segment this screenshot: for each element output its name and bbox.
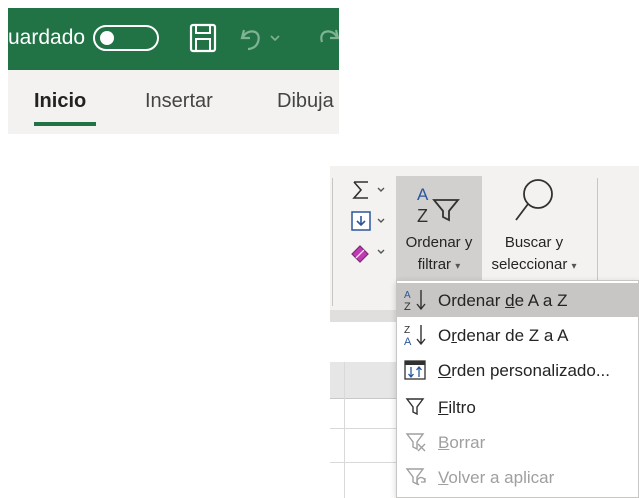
clear-icon [351, 245, 385, 263]
autosave-toggle[interactable] [93, 25, 159, 51]
clear-filter-icon [405, 433, 426, 452]
menu-item-custom-sort[interactable]: Orden personalizado... [397, 353, 638, 387]
menu-item-label: Ordenar de A a Z [438, 291, 568, 310]
search-icon [515, 179, 553, 221]
fill-button[interactable] [348, 209, 396, 233]
menu-item-label: Borrar [438, 433, 486, 452]
sort-a-z-icon: A Z [404, 290, 426, 312]
tab-inicio[interactable]: Inicio [34, 90, 86, 113]
menu-item-label: Volver a aplicar [438, 468, 555, 487]
clear-button[interactable] [348, 240, 396, 264]
find-select-label-1: Buscar y [504, 234, 564, 251]
svg-text:Z: Z [417, 206, 428, 226]
svg-text:A: A [417, 185, 429, 204]
find-select-label-2: seleccionar ▾ [491, 256, 577, 273]
menu-item-sort-a-z[interactable]: A Z Ordenar de A a Z [397, 283, 638, 317]
chevron-down-icon: ▾ [571, 261, 577, 272]
redo-icon[interactable] [308, 22, 339, 59]
menu-item-label: Ordenar de Z a A [438, 326, 569, 345]
autosum-button[interactable] [348, 178, 396, 202]
menu-item-reapply[interactable]: Volver a aplicar [397, 460, 638, 494]
menu-item-filter[interactable]: Filtro [397, 390, 638, 424]
tab-dibujar[interactable]: Dibuja [277, 90, 334, 113]
sort-filter-icon: A Z [417, 185, 460, 226]
sort-filter-menu: A Z Ordenar de A a Z Z A Ordenar de Z a … [396, 280, 639, 498]
reapply-filter-icon [405, 468, 426, 486]
sort-filter-label-2: filtrar ▾ [417, 256, 461, 273]
tab-insertar[interactable]: Insertar [145, 90, 213, 113]
svg-text:Z: Z [404, 301, 411, 312]
menu-item-label: Orden personalizado... [438, 361, 611, 380]
sort-filter-label-1: Ordenar y [405, 234, 473, 251]
title-bar: uardado [8, 8, 339, 70]
save-icon[interactable] [188, 22, 218, 59]
undo-icon[interactable] [236, 22, 286, 59]
svg-text:A: A [404, 336, 412, 347]
filter-icon [405, 398, 425, 416]
autosum-icon [352, 181, 385, 199]
sort-filter-button[interactable]: A Z Ordenar y filtrar ▾ [396, 176, 482, 280]
ribbon-tabs: Inicio Insertar Dibuja [8, 70, 339, 134]
find-select-button[interactable]: Buscar y seleccionar ▾ [482, 176, 586, 280]
sort-z-a-icon: Z A [404, 325, 426, 347]
toggle-knob [100, 31, 114, 45]
menu-item-label: Filtro [438, 398, 476, 417]
active-tab-indicator [34, 122, 96, 126]
custom-sort-icon [404, 360, 426, 380]
autosave-label: uardado [8, 26, 86, 49]
group-divider [332, 178, 333, 306]
fill-icon [351, 211, 385, 231]
menu-item-sort-z-a[interactable]: Z A Ordenar de Z a A [397, 318, 638, 352]
svg-text:A: A [404, 290, 411, 301]
gridline [344, 362, 345, 498]
svg-text:Z: Z [404, 325, 410, 336]
menu-item-clear-filter[interactable]: Borrar [397, 425, 638, 459]
chevron-down-icon: ▾ [455, 261, 461, 272]
